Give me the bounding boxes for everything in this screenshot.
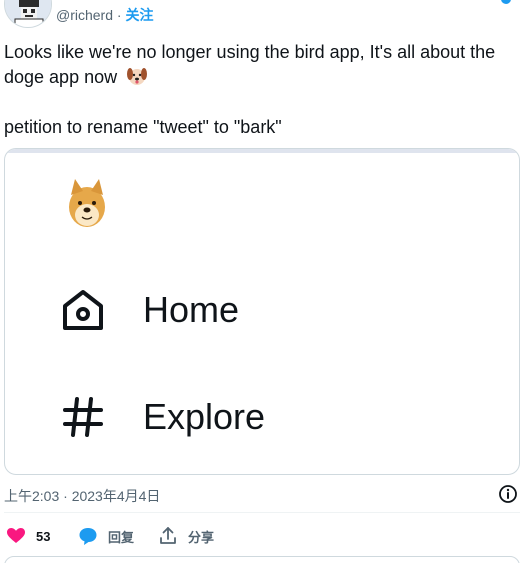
hashtag-icon: [63, 397, 103, 437]
reply-input-box[interactable]: [4, 556, 520, 563]
share-button[interactable]: 分享: [158, 526, 214, 546]
nav-label-home: Home: [143, 289, 240, 330]
tweet-header: @richerd · 关注: [0, 0, 526, 30]
tweet-line-1-text: Looks like we're no longer using the bir…: [4, 42, 496, 87]
verified-badge-icon: [501, 0, 511, 4]
reply-button[interactable]: 回复: [78, 526, 134, 546]
nav-item-home[interactable]: Home: [59, 285, 239, 335]
dog-face-icon: [127, 68, 148, 85]
heart-icon: [7, 528, 25, 543]
author-handle[interactable]: @richerd: [56, 7, 113, 23]
home-icon: [63, 290, 103, 330]
nav-item-explore[interactable]: Explore: [59, 392, 265, 442]
follow-button[interactable]: 关注: [125, 7, 153, 23]
nav-label-explore: Explore: [143, 396, 266, 437]
tweet-timestamp[interactable]: 上午2:03 · 2023年4月4日: [4, 486, 160, 506]
reply-label: 回复: [108, 529, 135, 545]
like-button[interactable]: 53: [6, 526, 50, 546]
media-card[interactable]: Home Explore: [4, 148, 520, 475]
reply-bubble-icon: [79, 528, 97, 545]
separator-dot: ·: [116, 7, 122, 23]
avatar[interactable]: [4, 0, 52, 28]
tweet-line-2: petition to rename "tweet" to "bark": [4, 117, 282, 137]
share-icon: [160, 527, 176, 544]
like-count: 53: [36, 528, 51, 544]
tweet-line-1: Looks like we're no longer using the bir…: [4, 40, 524, 90]
doge-icon: [69, 179, 105, 227]
info-icon[interactable]: [498, 484, 518, 504]
tweet-body: Looks like we're no longer using the bir…: [4, 40, 524, 140]
author-line: @richerd · 关注: [56, 5, 153, 25]
divider: [4, 512, 520, 513]
action-bar: 53 回复 分享: [0, 522, 526, 550]
share-label: 分享: [188, 529, 215, 545]
card-top-strip: [5, 149, 519, 153]
